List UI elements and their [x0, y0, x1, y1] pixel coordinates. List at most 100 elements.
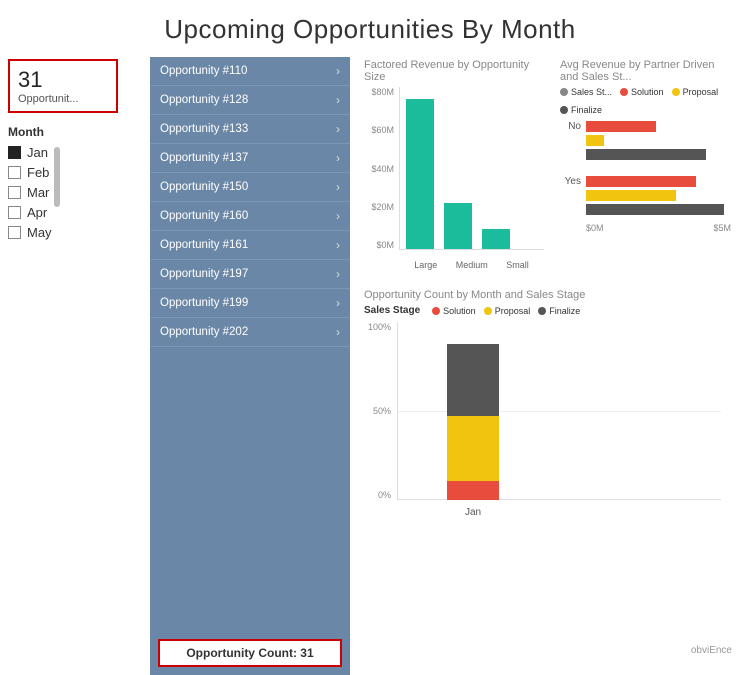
filter-label-jan: Jan: [27, 145, 48, 160]
hbar-group-yes: Yes: [560, 176, 731, 215]
filter-label-mar: Mar: [27, 185, 49, 200]
bar-small-rect: [482, 229, 510, 249]
chart3-legend: Sales Stage Solution Proposal Finalize: [364, 305, 731, 316]
chart2-title: Avg Revenue by Partner Driven and Sales …: [560, 59, 731, 83]
list-panel: Opportunity #110 › Opportunity #128 › Op…: [150, 57, 350, 675]
chevron-icon-8: ›: [336, 296, 340, 310]
legend3-dot-finalize: [538, 307, 546, 315]
filter-label-apr: Apr: [27, 205, 47, 220]
legend3-label-solution: Solution: [443, 306, 476, 316]
hbar-no-solution: [586, 121, 656, 132]
chevron-icon-0: ›: [336, 64, 340, 78]
x-label-jan: Jan: [447, 507, 499, 518]
chevron-icon-5: ›: [336, 209, 340, 223]
y-label-80m: $80M: [364, 87, 394, 97]
hbar-label-no: No: [560, 121, 586, 132]
filter-item-may[interactable]: May: [8, 225, 52, 240]
filter-title: Month: [8, 125, 142, 139]
hbar-x-axis: $0M $5M: [586, 223, 731, 233]
list-item-4[interactable]: Opportunity #150 ›: [150, 173, 350, 202]
filter-section: Month Jan Feb Mar: [0, 121, 150, 249]
chart3-title: Opportunity Count by Month and Sales Sta…: [364, 289, 731, 301]
kpi-card[interactable]: 31 Opportunit...: [8, 59, 118, 113]
chevron-icon-6: ›: [336, 238, 340, 252]
y-label-0pct: 0%: [364, 490, 391, 500]
bar-small: [482, 229, 510, 249]
legend3-dot-proposal: [484, 307, 492, 315]
charts-area: Factored Revenue by Opportunity Size $80…: [350, 55, 740, 675]
hbar-no-proposal: [586, 135, 604, 146]
list-item-7[interactable]: Opportunity #197 ›: [150, 260, 350, 289]
filter-label-may: May: [27, 225, 52, 240]
filter-item-apr[interactable]: Apr: [8, 205, 52, 220]
stacked-chart-container: 100% 50% 0%: [364, 322, 731, 522]
hbar-label-yes: Yes: [560, 176, 586, 187]
legend3-solution: Solution: [432, 305, 476, 316]
x-label-small: Small: [506, 260, 529, 270]
stacked-segment-proposal: [447, 416, 499, 481]
chevron-icon-9: ›: [336, 325, 340, 339]
legend-dot-finalize: [560, 106, 568, 114]
legend-salesst: Sales St...: [560, 87, 612, 97]
chart-factored-revenue: Factored Revenue by Opportunity Size $80…: [356, 55, 552, 285]
chevron-icon-2: ›: [336, 122, 340, 136]
legend-finalize: Finalize: [560, 105, 602, 115]
list-item-3[interactable]: Opportunity #137 ›: [150, 144, 350, 173]
filter-label-feb: Feb: [27, 165, 49, 180]
chart2-legend: Sales St... Solution Proposal Finalize: [560, 87, 731, 115]
chevron-icon-4: ›: [336, 180, 340, 194]
legend3-label-finalize: Finalize: [549, 306, 580, 316]
x-label-0m: $0M: [586, 223, 604, 233]
bar-medium-rect: [444, 203, 472, 249]
stacked-segment-solution: [447, 481, 499, 500]
left-panel: 31 Opportunit... Month Jan Feb: [0, 55, 150, 675]
filter-scrollbar[interactable]: [54, 147, 60, 207]
y-label-60m: $60M: [364, 125, 394, 135]
legend3-dot-solution: [432, 307, 440, 315]
checkbox-apr[interactable]: [8, 206, 21, 219]
checkbox-may[interactable]: [8, 226, 21, 239]
list-item-5[interactable]: Opportunity #160 ›: [150, 202, 350, 231]
list-footer: Opportunity Count: 31: [158, 639, 342, 667]
checkbox-jan[interactable]: [8, 146, 21, 159]
kpi-label: Opportunit...: [18, 93, 108, 105]
legend-solution: Solution: [620, 87, 664, 97]
page-title: Upcoming Opportunities By Month: [0, 0, 740, 55]
legend3-proposal: Proposal: [484, 305, 531, 316]
legend-dot-solution: [620, 88, 628, 96]
filter-item-feb[interactable]: Feb: [8, 165, 52, 180]
bar-large-rect: [406, 99, 434, 249]
list-item-2[interactable]: Opportunity #133 ›: [150, 115, 350, 144]
legend-dot-salesst: [560, 88, 568, 96]
legend3-finalize: Finalize: [538, 305, 580, 316]
y-label-40m: $40M: [364, 164, 394, 174]
list-item-1[interactable]: Opportunity #128 ›: [150, 86, 350, 115]
legend-proposal: Proposal: [672, 87, 719, 97]
chart1-title: Factored Revenue by Opportunity Size: [364, 59, 544, 83]
checkbox-feb[interactable]: [8, 166, 21, 179]
bar-medium: [444, 203, 472, 249]
legend-label-solution: Solution: [631, 87, 664, 97]
list-item-8[interactable]: Opportunity #199 ›: [150, 289, 350, 318]
bar-large: [406, 99, 434, 249]
y-label-100pct: 100%: [364, 322, 391, 332]
stacked-segment-finalize: [447, 344, 499, 416]
x-label-large: Large: [414, 260, 437, 270]
hbar-yes-solution: [586, 176, 696, 187]
hbar-yes-finalize: [586, 204, 724, 215]
chevron-icon-3: ›: [336, 151, 340, 165]
filter-item-jan[interactable]: Jan: [8, 145, 52, 160]
list-item-0[interactable]: Opportunity #110 ›: [150, 57, 350, 86]
stacked-bars-area: [397, 322, 721, 500]
checkbox-mar[interactable]: [8, 186, 21, 199]
chevron-icon-1: ›: [336, 93, 340, 107]
hbar-yes-proposal: [586, 190, 676, 201]
hbar-no-finalize: [586, 149, 706, 160]
kpi-number: 31: [18, 67, 108, 93]
list-item-9[interactable]: Opportunity #202 ›: [150, 318, 350, 347]
y-label-20m: $20M: [364, 202, 394, 212]
legend-label-proposal: Proposal: [683, 87, 719, 97]
filter-item-mar[interactable]: Mar: [8, 185, 52, 200]
legend-label-salesst: Sales St...: [571, 87, 612, 97]
list-item-6[interactable]: Opportunity #161 ›: [150, 231, 350, 260]
